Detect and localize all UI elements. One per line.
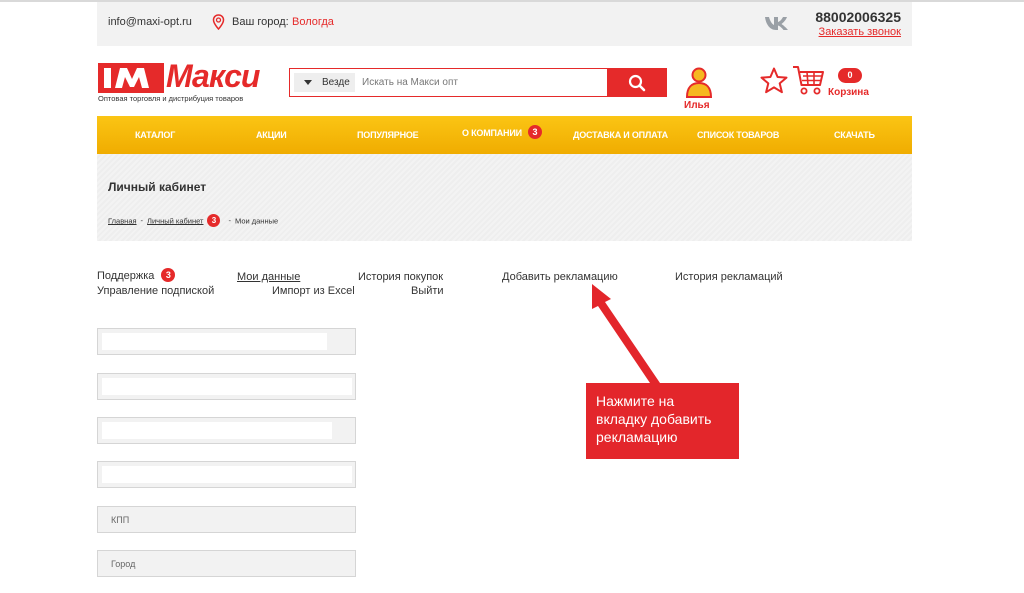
menu-item-delivery[interactable]: ДОСТАВКА И ОПЛАТА <box>573 130 668 140</box>
vk-icon[interactable] <box>764 14 790 32</box>
tab-purchase-history[interactable]: История покупок <box>358 271 443 283</box>
breadcrumb-badge: 3 <box>207 214 221 227</box>
menu-item-about-label: О КОМПАНИИ <box>462 128 522 138</box>
search-scope-label: Везде <box>322 77 350 88</box>
menu-item-catalog[interactable]: КАТАЛОГ <box>135 130 175 140</box>
tab-logout[interactable]: Выйти <box>411 285 444 297</box>
callout-text: Нажмите на вкладку добавить рекламацию <box>596 393 712 445</box>
city-link[interactable]: Вологда <box>292 16 334 28</box>
menu-item-promotions[interactable]: АКЦИИ <box>256 130 287 140</box>
tab-subscription[interactable]: Управление подпиской <box>97 285 214 297</box>
logo-text: Макси <box>166 58 260 94</box>
cart-icon[interactable] <box>792 64 826 96</box>
search-input[interactable] <box>362 73 602 92</box>
email-link[interactable]: info@maxi-opt.ru <box>108 16 192 28</box>
user-account[interactable]: Илья <box>682 65 716 111</box>
tab-support[interactable]: Поддержка 3 <box>97 267 176 282</box>
user-name: Илья <box>684 100 710 111</box>
chevron-down-icon <box>304 80 312 85</box>
menu-item-download[interactable]: СКАЧАТЬ <box>834 130 875 140</box>
city-label: Ваш город: <box>232 16 289 28</box>
user-icon <box>685 67 713 98</box>
kpp-placeholder: КПП <box>111 515 130 525</box>
form-field-4[interactable] <box>97 461 356 488</box>
kpp-field[interactable]: КПП <box>97 506 356 533</box>
search-icon <box>628 74 646 92</box>
tab-support-label: Поддержка <box>97 270 155 282</box>
tab-claims-history[interactable]: История рекламаций <box>675 271 783 283</box>
breadcrumb-home[interactable]: Главная <box>108 216 137 225</box>
page-title: Личный кабинет <box>108 180 207 194</box>
main-menu: КАТАЛОГ АКЦИИ ПОПУЛЯРНОЕ О КОМПАНИИ 3 ДОС… <box>97 116 912 154</box>
about-badge: 3 <box>527 125 542 140</box>
logo-mark-icon <box>98 63 164 93</box>
city-placeholder: Город <box>111 559 136 569</box>
tab-my-data[interactable]: Мои данные <box>237 271 300 283</box>
cart-link[interactable]: Корзина <box>828 87 869 98</box>
menu-item-popular[interactable]: ПОПУЛЯРНОЕ <box>357 130 419 140</box>
callback-link[interactable]: Заказать звонок <box>819 26 901 38</box>
menu-item-about[interactable]: О КОМПАНИИ 3 <box>462 125 542 140</box>
tab-add-claim[interactable]: Добавить рекламацию <box>502 271 618 283</box>
page-header: Личный кабинет Главная - Личный кабинет 3- М… <box>97 154 912 241</box>
city-field[interactable]: Город <box>97 550 356 577</box>
breadcrumb-cabinet[interactable]: Личный кабинет <box>147 216 203 225</box>
logo-subtitle: Оптовая торговля и дистрибуция товаров <box>98 94 244 103</box>
cart-count-badge: 0 <box>838 68 862 83</box>
instruction-callout: Нажмите на вкладку добавить рекламацию <box>586 383 739 459</box>
form-field-1[interactable] <box>97 328 356 355</box>
tab-import-excel[interactable]: Импорт из Excel <box>272 285 355 297</box>
form-field-3[interactable] <box>97 417 356 444</box>
breadcrumb-current: Мои данные <box>234 216 279 226</box>
search-scope-select[interactable]: Везде <box>294 73 355 92</box>
favorites-star-icon[interactable] <box>759 66 789 96</box>
search-bar: Везде <box>289 68 667 97</box>
phone-number: 88002006325 <box>815 9 901 25</box>
site-logo[interactable]: Макси Оптовая торговля и дистрибуция тов… <box>98 58 273 106</box>
form-field-2[interactable] <box>97 373 356 400</box>
search-button[interactable] <box>607 68 667 97</box>
top-bar: info@maxi-opt.ru Ваш город: Вологда 8800… <box>97 2 912 46</box>
breadcrumb: Главная - Личный кабинет 3- Мои данные <box>108 214 279 227</box>
menu-item-product-list[interactable]: СПИСОК ТОВАРОВ <box>697 130 779 140</box>
support-badge: 3 <box>161 267 176 282</box>
location-pin-icon <box>212 14 225 30</box>
